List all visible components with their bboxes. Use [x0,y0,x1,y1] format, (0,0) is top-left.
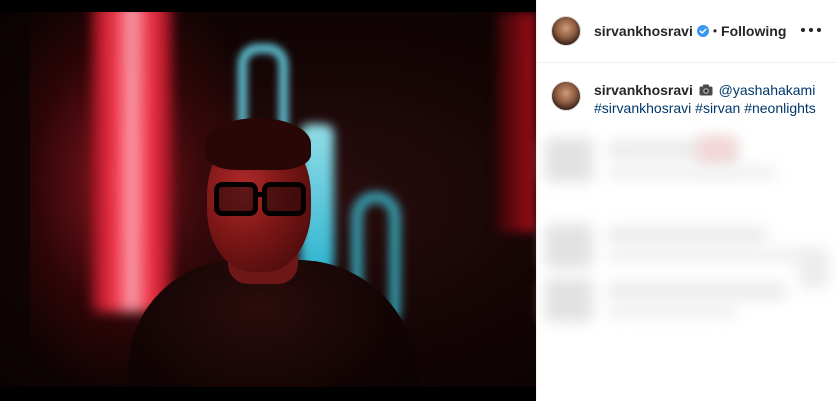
person-hair [205,118,311,170]
blurred-text [607,304,737,318]
camera-icon [699,84,713,96]
photo-panel [0,0,536,401]
avatar[interactable] [551,16,581,46]
username-link[interactable]: sirvankhosravi [594,23,693,39]
verified-badge-icon [696,25,709,37]
header-user-info: sirvankhosravi • Following [594,23,786,39]
post-side-panel: sirvankhosravi • Following sirvankhosrav… [536,0,837,401]
blurred-avatar [545,138,593,182]
blurred-text [607,166,777,180]
blurred-text [799,248,829,288]
more-dot [817,28,821,32]
neon-red-light-right [496,12,536,232]
blurred-text [607,248,807,262]
separator-dot: • [712,24,718,38]
more-dot [801,28,805,32]
hashtag-link[interactable]: #sirvan [695,100,740,116]
more-options-icon[interactable] [801,22,821,38]
caption-username-link[interactable]: sirvankhosravi [594,82,693,98]
following-button[interactable]: Following [721,23,786,39]
mention-link[interactable]: @yashahakami [719,82,816,98]
hashtag-link[interactable]: #sirvankhosravi [594,100,691,116]
more-dot [809,28,813,32]
post-header: sirvankhosravi • Following [537,0,837,63]
neon-red-light [92,12,172,312]
blurred-comments-area [537,128,837,401]
glasses-lens [214,182,258,216]
blurred-avatar [545,278,593,322]
avatar[interactable] [551,81,581,111]
glasses-bridge [256,192,264,197]
blurred-text [697,136,737,166]
hashtag-link[interactable]: #neonlights [744,100,816,116]
glasses-lens [262,182,306,216]
caption-text: sirvankhosravi @yashahakami #sirvankhosr… [594,81,816,117]
blurred-text [607,226,767,244]
post-photo[interactable] [0,12,536,387]
blurred-text [607,282,787,300]
blurred-avatar [545,224,593,268]
caption: sirvankhosravi @yashahakami #sirvankhosr… [537,63,837,117]
